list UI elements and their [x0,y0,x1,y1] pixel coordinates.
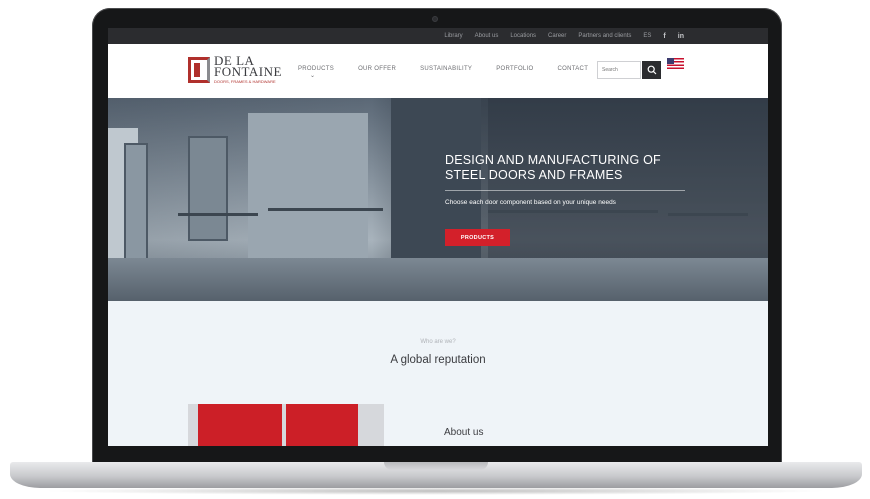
logo-wordmark: DE LA FONTAINE [214,53,282,79]
logo-mark-icon [188,57,210,83]
hero-products-button[interactable]: PRODUCTS [445,229,510,246]
handrail [268,208,383,211]
topbar-link-library[interactable]: Library [444,33,462,39]
topbar-link-locations[interactable]: Locations [510,33,536,39]
corridor-door [124,143,148,263]
laptop-notch [384,462,488,470]
hero-divider [445,190,685,191]
topbar-link-partners[interactable]: Partners and clients [578,33,631,39]
handrail [488,210,658,213]
hero-title: DESIGN AND MANUFACTURING OF STEEL DOORS … [445,153,661,182]
about-us-title: About us [444,427,484,438]
hero-subtitle: Choose each door component based on your… [445,199,616,206]
search-icon [647,65,656,75]
facebook-icon[interactable]: f [663,33,665,40]
logo-tagline: DOORS, FRAMES & HARDWARE [214,79,276,84]
linkedin-icon[interactable]: in [678,33,684,40]
search-button[interactable] [642,61,661,79]
nav-our-offer[interactable]: OUR OFFER [358,66,396,72]
about-image [188,404,384,446]
nav-contact[interactable]: CONTACT [558,66,589,72]
language-switch-es[interactable]: ES [643,33,651,39]
camera-icon [432,16,438,22]
screen: Library About us Locations Career Partne… [108,28,768,446]
laptop-base [10,462,862,488]
nav-products[interactable]: PRODUCTS [298,66,334,79]
corridor-window [188,136,228,241]
search-input[interactable]: Search [597,61,641,79]
laptop-shadow [40,487,830,495]
top-utility-bar: Library About us Locations Career Partne… [108,28,768,44]
topbar-link-about[interactable]: About us [475,33,499,39]
handrail [668,213,748,216]
red-door-panel [286,404,358,446]
about-section: Who are we? A global reputation About us [108,301,768,446]
handrail [178,213,258,216]
section-eyebrow: Who are we? [420,339,456,345]
corridor-floor [108,258,768,301]
site-logo[interactable]: DE LA FONTAINE DOORS, FRAMES & HARDWARE [188,53,288,87]
red-door-panel [198,404,282,446]
topbar-link-career[interactable]: Career [548,33,566,39]
nav-sustainability[interactable]: SUSTAINABILITY [420,66,472,72]
corridor-wall-mid [248,113,368,263]
us-flag-icon[interactable] [667,58,684,69]
hero-banner: DESIGN AND MANUFACTURING OF STEEL DOORS … [108,98,768,301]
section-heading: A global reputation [390,354,486,366]
main-nav: PRODUCTS OUR OFFER SUSTAINABILITY PORTFO… [298,66,589,79]
site-header: DE LA FONTAINE DOORS, FRAMES & HARDWARE … [108,44,768,98]
nav-portfolio[interactable]: PORTFOLIO [496,66,533,72]
